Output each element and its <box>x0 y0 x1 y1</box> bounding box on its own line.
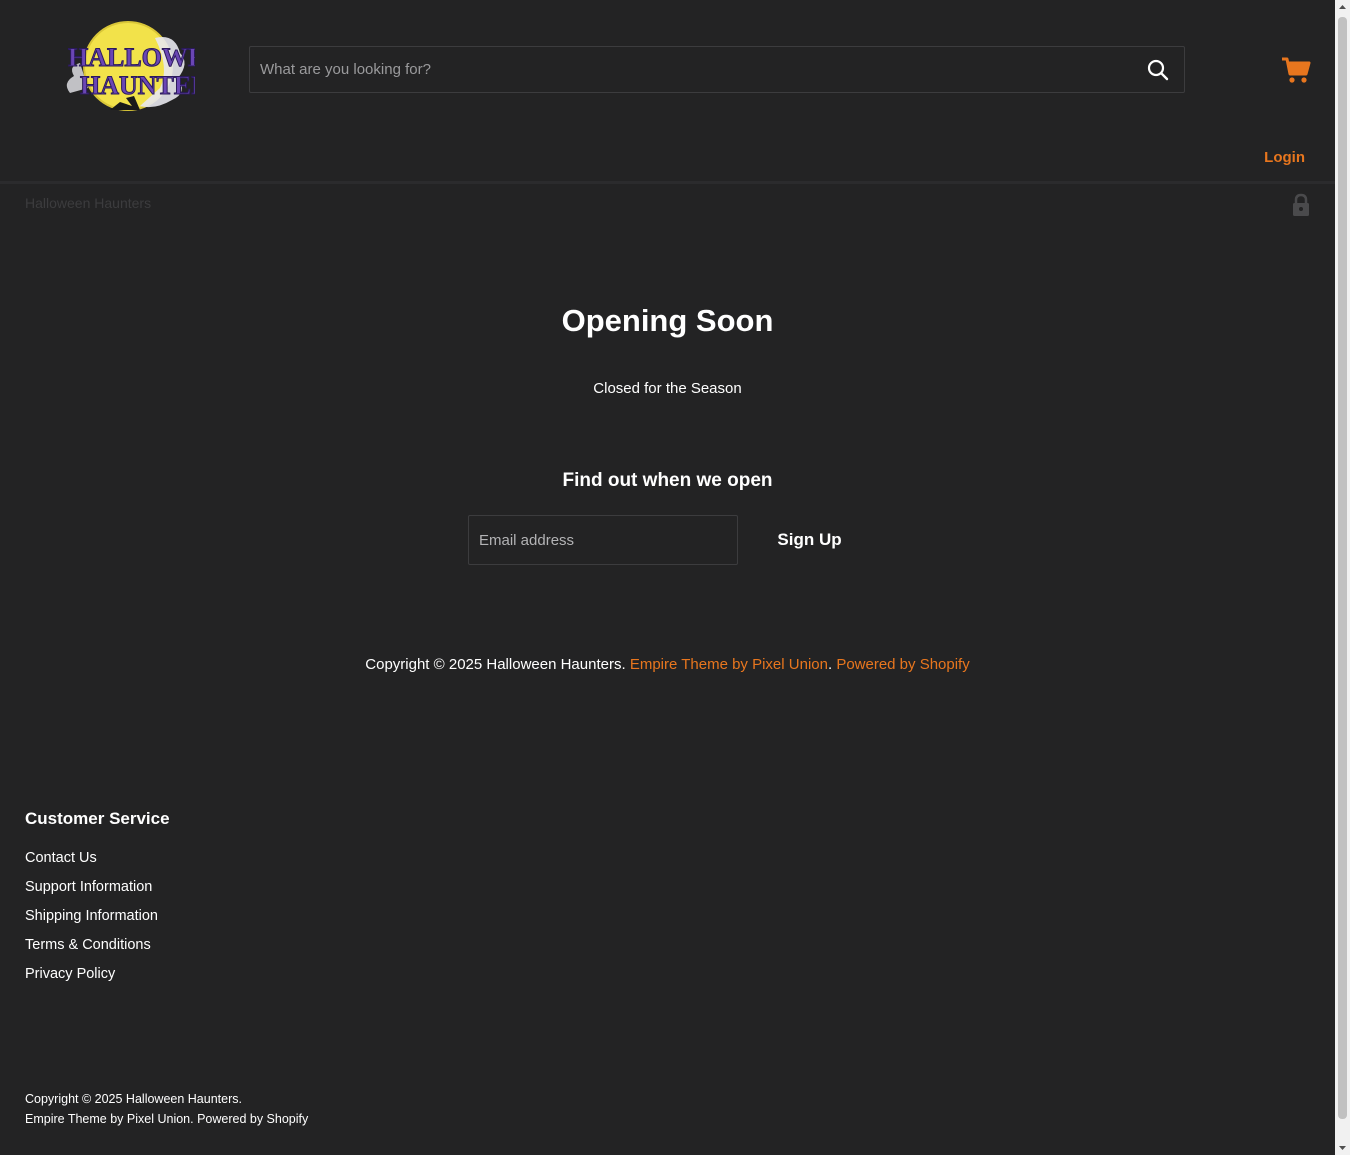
lock-icon[interactable] <box>1291 193 1311 217</box>
footer-copyright: Copyright © 2025 Halloween Haunters. Emp… <box>25 1089 308 1129</box>
page: HALLOWEEN HAUNTERS Login Halloween Haunt… <box>0 0 1335 1155</box>
search-bar <box>249 46 1185 93</box>
login-link[interactable]: Login <box>1264 149 1305 166</box>
password-page-copyright: Copyright © 2025 Halloween Haunters. Emp… <box>0 656 1335 673</box>
footer-link-shipping-information[interactable]: Shipping Information <box>25 908 158 924</box>
footer-link-item: Contact Us <box>25 848 158 877</box>
store-name-label: Halloween Haunters <box>25 195 152 211</box>
search-input[interactable] <box>250 47 1120 92</box>
theme-link[interactable]: Empire Theme by Pixel Union <box>630 656 828 673</box>
footer-link-contact-us[interactable]: Contact Us <box>25 850 97 866</box>
logo-text-line2: HAUNTERS <box>80 71 195 100</box>
copyright-separator: . <box>827 656 833 673</box>
signup-heading: Find out when we open <box>562 470 773 491</box>
store-logo[interactable]: HALLOWEEN HAUNTERS <box>60 18 195 118</box>
footer-link-item: Privacy Policy <box>25 964 158 993</box>
vertical-scrollbar[interactable] <box>1335 0 1350 1155</box>
copyright-text: Copyright © 2025 Halloween Haunters. <box>365 656 626 673</box>
email-field[interactable] <box>468 515 738 565</box>
page-title: Opening Soon <box>561 303 774 338</box>
page-subtitle: Closed for the Season <box>593 380 742 397</box>
scrollbar-thumb[interactable] <box>1338 17 1347 1119</box>
search-icon[interactable] <box>1146 58 1170 82</box>
footer-link-item: Shipping Information <box>25 906 158 935</box>
cart-icon[interactable] <box>1280 54 1312 86</box>
footer-copyright-text: Copyright © 2025 Halloween Haunters. <box>25 1092 242 1106</box>
footer-link-support-information[interactable]: Support Information <box>25 879 152 895</box>
footer-credits: Empire Theme by Pixel Union. Powered by … <box>25 1109 308 1129</box>
footer-link-item: Terms & Conditions <box>25 935 158 964</box>
footer-powered-by-link[interactable]: Powered by Shopify <box>197 1112 308 1126</box>
footer-link-terms-conditions[interactable]: Terms & Conditions <box>25 937 151 953</box>
logo-text-line1: HALLOWEEN <box>68 43 195 72</box>
signup-button[interactable]: Sign Up <box>762 515 857 565</box>
footer-link-privacy-policy[interactable]: Privacy Policy <box>25 966 115 982</box>
header-divider <box>0 181 1335 184</box>
footer-link-item: Support Information <box>25 877 158 906</box>
powered-by-link[interactable]: Powered by Shopify <box>836 656 969 673</box>
footer-heading: Customer Service <box>25 809 170 828</box>
scroll-up-arrow-icon[interactable] <box>1335 0 1350 15</box>
footer-link-list: Contact Us Support Information Shipping … <box>25 848 158 993</box>
footer-theme-link[interactable]: Empire Theme by Pixel Union <box>25 1112 190 1126</box>
scroll-down-arrow-icon[interactable] <box>1335 1140 1350 1155</box>
